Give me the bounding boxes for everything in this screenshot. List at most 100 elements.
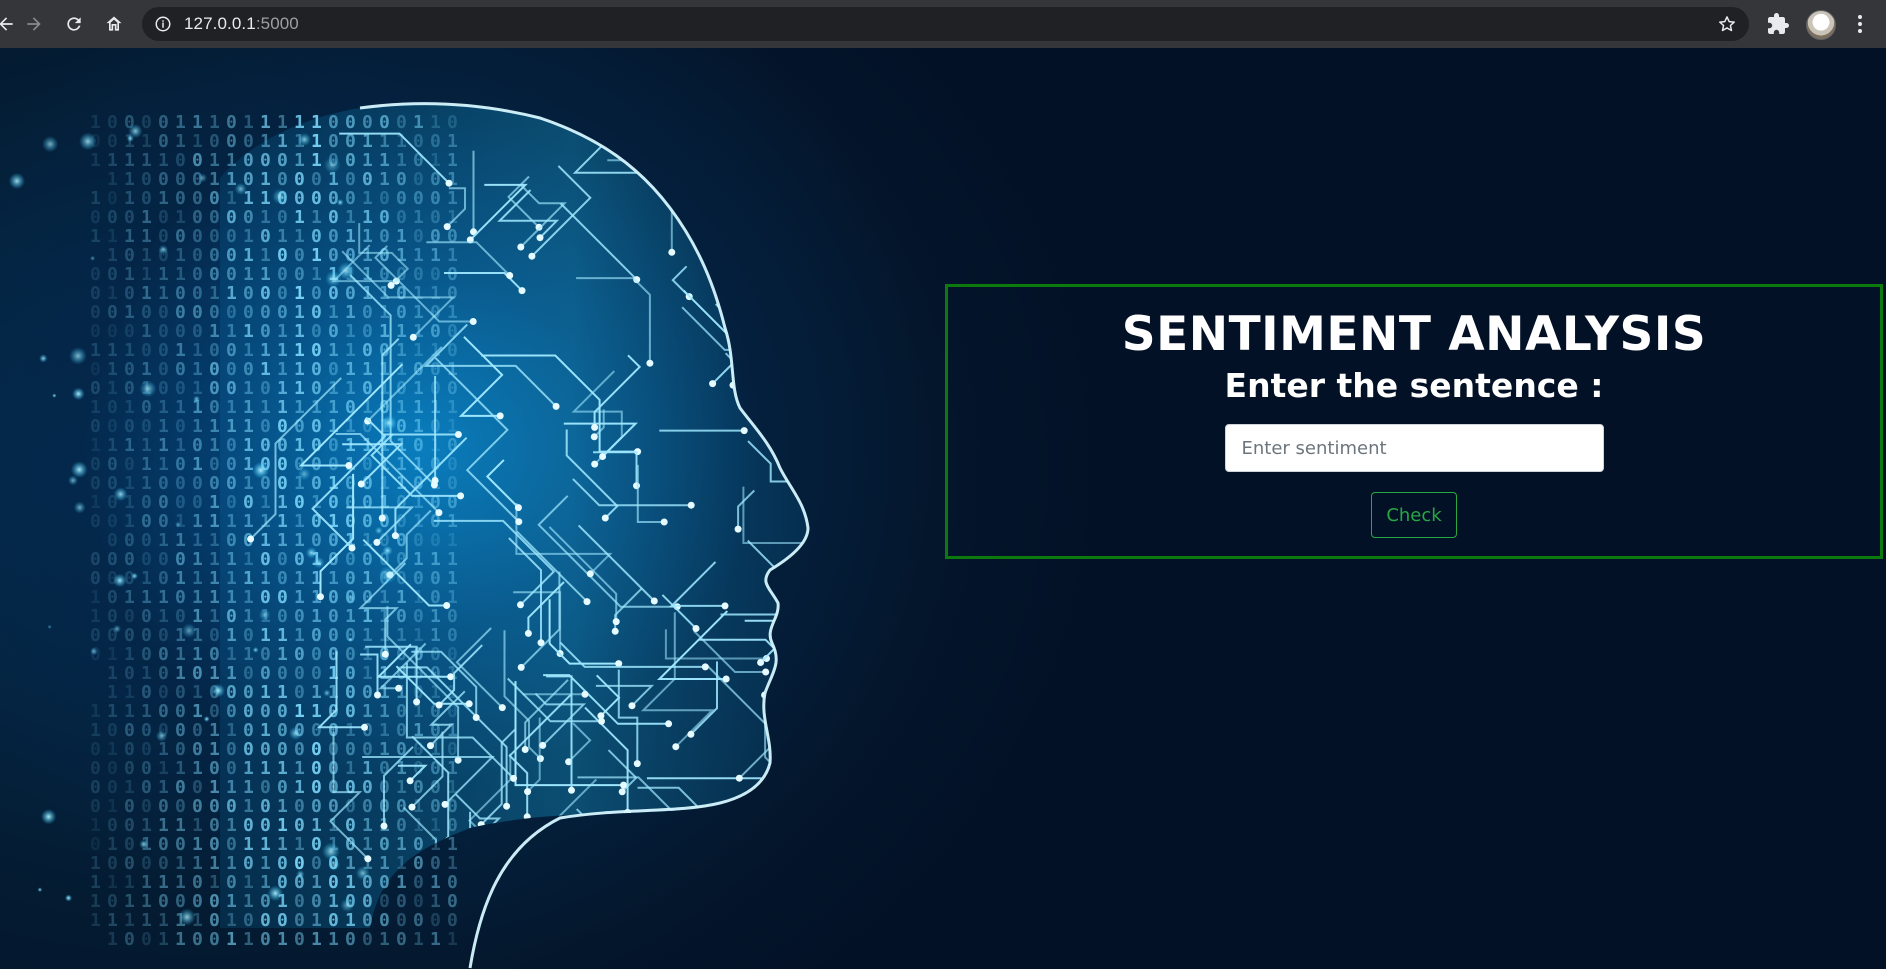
svg-text:1: 1 [158,530,169,551]
svg-text:1: 1 [260,264,271,285]
svg-text:0: 0 [345,739,356,760]
svg-text:0: 0 [311,644,322,665]
svg-text:0: 0 [362,169,373,190]
svg-text:0: 0 [175,720,186,741]
svg-text:0: 0 [158,663,169,684]
svg-text:1: 1 [277,682,288,703]
svg-text:0: 0 [107,530,118,551]
svg-text:0: 0 [277,435,288,456]
svg-text:0: 0 [311,834,322,855]
svg-text:0: 0 [226,739,237,760]
svg-text:1: 1 [362,625,373,646]
svg-text:1: 1 [243,644,254,665]
svg-text:1: 1 [413,397,424,418]
svg-text:0: 0 [328,910,339,931]
svg-text:1: 1 [311,150,322,171]
svg-text:0: 0 [141,112,152,133]
svg-text:1: 1 [175,264,186,285]
check-button[interactable]: Check [1371,492,1457,539]
svg-text:0: 0 [175,701,186,722]
svg-text:1: 1 [243,758,254,779]
svg-text:1: 1 [209,435,220,456]
svg-text:1: 1 [260,131,271,152]
svg-text:1: 1 [447,397,458,418]
svg-text:0: 0 [124,929,135,950]
avatar[interactable] [1806,10,1836,40]
svg-text:1: 1 [192,112,203,133]
puzzle-icon[interactable] [1766,12,1790,36]
svg-text:1: 1 [277,359,288,380]
svg-text:1: 1 [226,625,237,646]
svg-text:1: 1 [175,435,186,456]
svg-text:0: 0 [243,283,254,304]
svg-text:0: 0 [277,169,288,190]
svg-text:1: 1 [124,910,135,931]
svg-text:0: 0 [107,188,118,209]
svg-text:1: 1 [345,359,356,380]
svg-text:0: 0 [226,359,237,380]
svg-text:1: 1 [413,112,424,133]
svg-text:0: 0 [158,321,169,342]
forward-button[interactable] [14,4,54,44]
reload-button[interactable] [54,4,94,44]
svg-text:0: 0 [396,701,407,722]
svg-text:0: 0 [141,416,152,437]
star-icon[interactable] [1717,14,1737,34]
svg-text:0: 0 [413,226,424,247]
svg-text:1: 1 [260,207,271,228]
svg-text:1: 1 [107,283,118,304]
svg-text:0: 0 [260,644,271,665]
svg-text:0: 0 [328,492,339,513]
svg-text:1: 1 [124,302,135,323]
svg-text:1: 1 [243,473,254,494]
svg-text:1: 1 [192,682,203,703]
svg-text:0: 0 [209,188,220,209]
svg-text:0: 0 [413,435,424,456]
svg-text:1: 1 [430,834,441,855]
svg-text:0: 0 [328,226,339,247]
svg-text:0: 0 [175,549,186,570]
svg-text:0: 0 [311,340,322,361]
svg-text:0: 0 [277,910,288,931]
svg-text:0: 0 [209,207,220,228]
svg-text:0: 0 [124,549,135,570]
page-body: 1011010000100101001000110011000010111100… [0,48,1886,969]
svg-text:0: 0 [430,131,441,152]
svg-text:0: 0 [413,530,424,551]
svg-text:1: 1 [209,568,220,589]
info-icon[interactable] [154,15,172,33]
svg-text:1: 1 [141,150,152,171]
svg-text:1: 1 [260,758,271,779]
svg-text:0: 0 [226,606,237,627]
svg-text:1: 1 [209,853,220,874]
svg-text:0: 0 [209,929,220,950]
svg-text:1: 1 [294,777,305,798]
svg-text:1: 1 [192,644,203,665]
kebab-menu-icon[interactable] [1848,12,1872,36]
address-bar[interactable]: 127.0.0.1:5000 [142,7,1749,41]
svg-text:0: 0 [396,815,407,836]
svg-text:0: 0 [192,264,203,285]
sentiment-input[interactable] [1224,424,1604,473]
svg-text:0: 0 [175,150,186,171]
svg-text:1: 1 [226,910,237,931]
svg-text:0: 0 [243,853,254,874]
svg-text:1: 1 [243,435,254,456]
svg-text:0: 0 [413,777,424,798]
svg-text:0: 0 [124,416,135,437]
svg-text:0: 0 [158,853,169,874]
svg-text:1: 1 [192,853,203,874]
svg-text:0: 0 [209,701,220,722]
svg-text:0: 0 [277,473,288,494]
svg-text:0: 0 [107,777,118,798]
home-button[interactable] [94,4,134,44]
svg-text:0: 0 [141,530,152,551]
svg-text:1: 1 [430,150,441,171]
svg-text:0: 0 [107,758,118,779]
svg-text:0: 0 [430,530,441,551]
svg-text:1: 1 [90,492,101,513]
svg-text:0: 0 [192,929,203,950]
svg-text:1: 1 [345,340,356,361]
svg-text:0: 0 [345,625,356,646]
svg-text:1: 1 [124,644,135,665]
